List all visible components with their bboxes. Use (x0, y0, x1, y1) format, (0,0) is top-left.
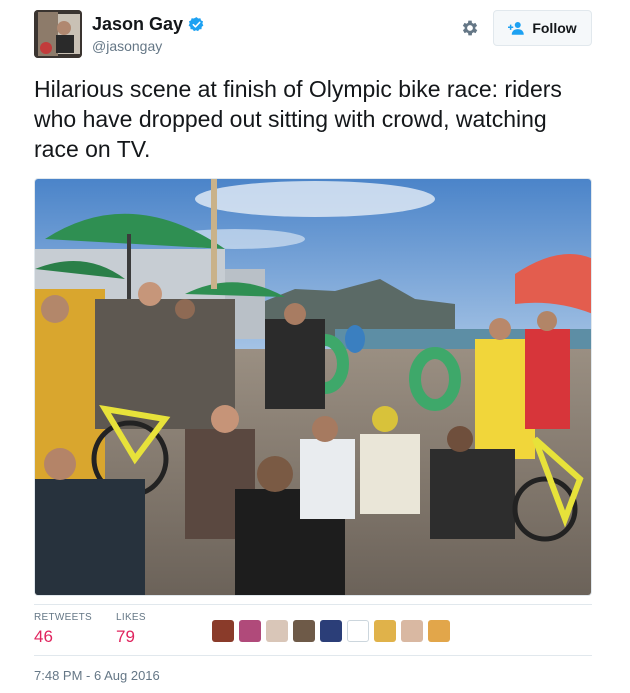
divider-top (34, 604, 592, 605)
tweet-header: Jason Gay @jasongay Follow (34, 10, 592, 58)
author-handle[interactable]: @jasongay (92, 38, 205, 54)
tweet-text: Hilarious scene at finish of Olympic bik… (34, 76, 562, 162)
name-row: Jason Gay (92, 14, 205, 35)
retweets-count: 46 (34, 627, 53, 646)
liker-avatar[interactable] (239, 620, 261, 642)
photo-image (35, 179, 591, 595)
likes-label: LIKES (116, 612, 146, 623)
liker-avatar[interactable] (428, 620, 450, 642)
avatar[interactable] (34, 10, 82, 58)
tweet-photo[interactable] (34, 178, 592, 596)
liker-avatar[interactable] (320, 620, 342, 642)
add-user-icon (508, 22, 525, 35)
likes-count: 79 (116, 627, 135, 646)
likes-stat[interactable]: LIKES 79 (116, 612, 146, 647)
liker-avatar[interactable] (374, 620, 396, 642)
liker-avatar[interactable] (266, 620, 288, 642)
retweets-stat[interactable]: RETWEETS 46 (34, 612, 92, 647)
gear-icon[interactable] (460, 18, 480, 38)
liker-avatar[interactable] (401, 620, 423, 642)
follow-button[interactable]: Follow (493, 10, 592, 46)
author-name[interactable]: Jason Gay (92, 14, 183, 35)
author-names: Jason Gay @jasongay (92, 14, 205, 54)
retweets-label: RETWEETS (34, 612, 92, 623)
tweet-timestamp[interactable]: 7:48 PM - 6 Aug 2016 (34, 668, 160, 683)
avatar-image (34, 10, 82, 58)
liker-avatar[interactable] (212, 620, 234, 642)
divider-bottom (34, 655, 592, 656)
liker-avatars (212, 620, 450, 642)
engagement-stats: RETWEETS 46 LIKES 79 (34, 612, 592, 652)
liker-avatar[interactable] (347, 620, 369, 642)
follow-label: Follow (532, 20, 577, 36)
verified-badge-icon (188, 17, 204, 32)
liker-avatar[interactable] (293, 620, 315, 642)
